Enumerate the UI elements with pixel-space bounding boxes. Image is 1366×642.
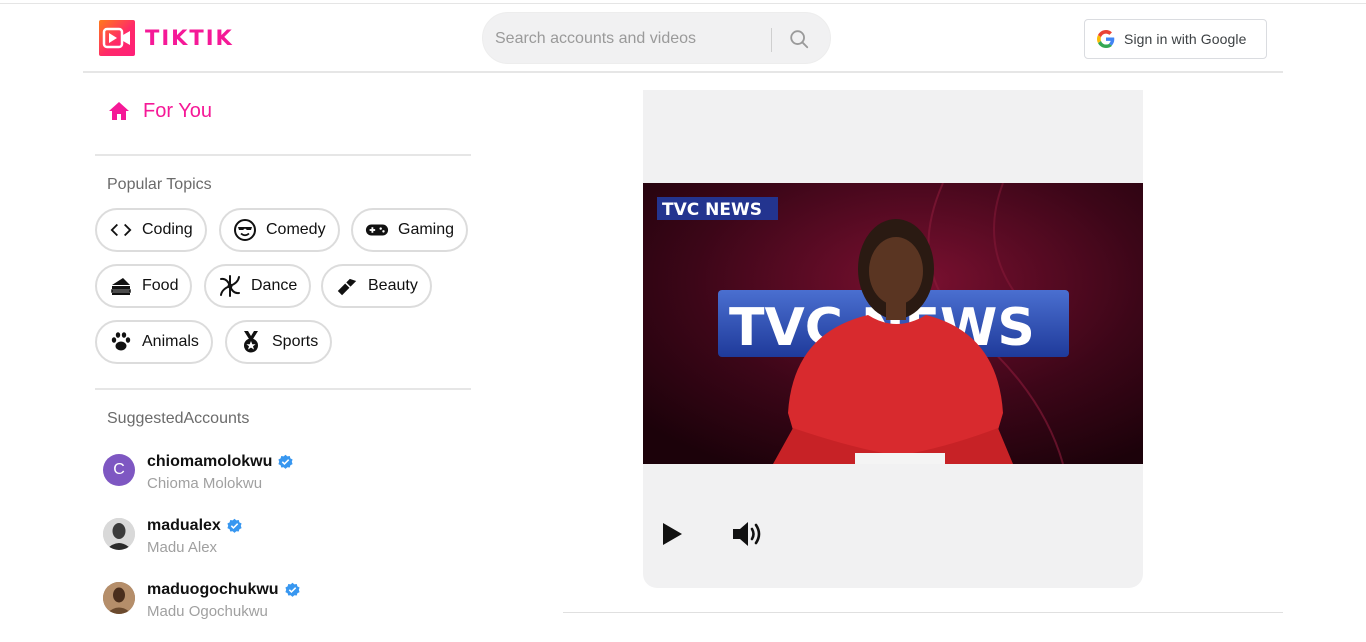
suggested-account[interactable]: maduogochukwu Madu Ogochukwu [103, 579, 301, 620]
cool-face-icon [233, 218, 257, 242]
top-navbar: TIKTIK Sign in with Google [83, 4, 1283, 73]
topic-chip-dance[interactable]: Dance [204, 264, 312, 308]
account-username: madualex [147, 517, 221, 534]
volume-icon [733, 522, 761, 546]
avatar [103, 518, 135, 550]
sidebar-divider [95, 154, 471, 156]
nav-for-you[interactable]: For You [107, 99, 212, 123]
feed-divider [563, 612, 1283, 613]
home-icon [109, 102, 129, 120]
topic-label: Coding [142, 221, 193, 238]
video-card: TVC NEWS TVC NEWS [643, 90, 1143, 588]
logo-icon [99, 20, 135, 56]
topic-chip-gaming[interactable]: Gaming [351, 208, 469, 252]
avatar [103, 582, 135, 614]
google-signin-label: Sign in with Google [1124, 31, 1247, 47]
medal-icon [239, 330, 263, 354]
video-frame: TVC NEWS TVC NEWS [643, 183, 1143, 464]
avatar: C [103, 454, 135, 486]
suggested-account[interactable]: madualex Madu Alex [103, 515, 243, 556]
search-button[interactable] [785, 25, 813, 53]
search-divider [771, 28, 772, 52]
account-fullname: Chioma Molokwu [147, 475, 263, 492]
topic-label: Food [142, 277, 179, 294]
play-icon [663, 523, 682, 545]
avatar-letter: C [113, 461, 125, 478]
google-icon [1097, 30, 1115, 48]
account-username: chiomamolokwu [147, 453, 273, 470]
volume-button[interactable] [731, 518, 767, 555]
topic-label: Animals [142, 333, 199, 350]
topic-chip-comedy[interactable]: Comedy [219, 208, 340, 252]
search-input[interactable] [495, 27, 765, 51]
topic-chip-animals[interactable]: Animals [95, 320, 213, 364]
account-fullname: Madu Alex [147, 539, 218, 556]
logo-text: TIKTIK [145, 26, 234, 50]
for-you-label: For You [143, 99, 212, 122]
video-player[interactable]: TVC NEWS TVC NEWS [643, 183, 1143, 464]
verified-icon [227, 518, 242, 533]
sidebar-divider [95, 388, 471, 390]
code-icon [109, 218, 133, 242]
topic-label: Comedy [266, 221, 326, 238]
gamepad-icon [365, 218, 389, 242]
topic-chip-sports[interactable]: Sports [225, 320, 333, 364]
topic-label: Beauty [368, 277, 418, 294]
play-button[interactable] [661, 520, 685, 553]
topic-label: Dance [251, 277, 298, 294]
popular-topics-title: Popular Topics [107, 176, 212, 193]
account-username: maduogochukwu [147, 581, 279, 598]
channel-badge-text: TVC NEWS [662, 200, 762, 220]
suggested-account[interactable]: C chiomamolokwu Chioma Molokwu [103, 451, 294, 492]
suggested-accounts-title: SuggestedAccounts [107, 410, 250, 427]
dance-icon [218, 274, 242, 298]
search-icon [790, 30, 809, 49]
topic-label: Sports [272, 333, 319, 350]
app-logo[interactable]: TIKTIK [99, 20, 234, 56]
lipstick-icon [335, 274, 359, 298]
cake-icon [109, 274, 133, 298]
verified-icon [284, 582, 300, 597]
topic-label: Gaming [398, 221, 455, 238]
topic-chip-beauty[interactable]: Beauty [321, 264, 432, 308]
account-fullname: Madu Ogochukwu [147, 603, 268, 620]
paw-icon [109, 330, 133, 354]
verified-icon [278, 454, 293, 469]
topic-chip-food[interactable]: Food [95, 264, 193, 308]
topic-chip-coding[interactable]: Coding [95, 208, 207, 252]
search-bar [482, 12, 831, 64]
google-signin-button[interactable]: Sign in with Google [1084, 19, 1267, 59]
